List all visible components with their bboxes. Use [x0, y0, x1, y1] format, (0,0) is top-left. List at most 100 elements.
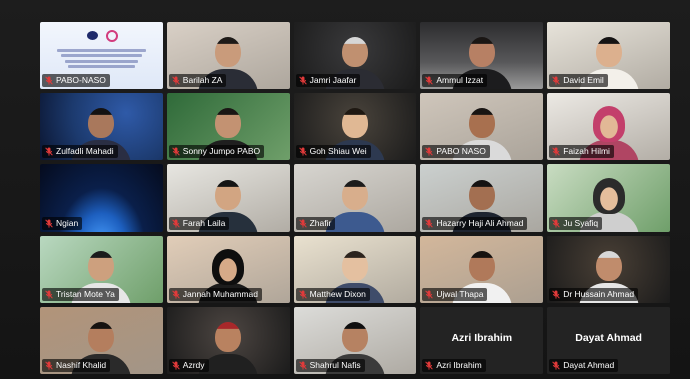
muted-microphone-icon	[298, 76, 307, 85]
participant-face	[595, 37, 622, 68]
participant-tile[interactable]: Jannah Muhammad	[166, 235, 290, 303]
muted-microphone-icon	[172, 290, 180, 299]
participant-name-label: PABO NASO	[436, 146, 486, 157]
participant-tile[interactable]: Azrdy	[166, 306, 290, 374]
participant-name-tag: Ju Syafiq	[549, 216, 603, 230]
muted-microphone-icon	[298, 290, 307, 299]
participant-name-tag: Goh Shiau Wei	[295, 145, 371, 159]
participant-tile[interactable]: Dayat Ahmad Dayat Ahmad	[547, 306, 670, 374]
participant-name-label: PABO-NASO	[56, 75, 106, 86]
participant-name-label: Azri Ibrahim	[436, 359, 482, 370]
participant-face	[88, 108, 115, 139]
participant-tile[interactable]: Zulfadli Mahadi	[40, 93, 163, 161]
participant-tile[interactable]: Matthew Dixon	[293, 235, 417, 303]
participant-name-label: Goh Shiau Wei	[309, 146, 367, 157]
participant-name-tag: Nashif Khalid	[42, 358, 111, 372]
participant-name-tag: Farah Laila	[168, 216, 230, 230]
participant-tile[interactable]: Ujwal Thapa	[420, 235, 544, 303]
participant-name-label: Ammul Izzat	[436, 75, 484, 86]
muted-microphone-icon	[298, 361, 307, 370]
participant-tile[interactable]: Barilah ZA	[166, 22, 290, 90]
participant-face	[468, 108, 495, 139]
muted-microphone-icon	[172, 76, 180, 85]
participant-name-tag: Dayat Ahmad	[549, 358, 619, 372]
participant-name-tag: Barilah ZA	[168, 74, 227, 88]
participant-name-label: Matthew Dixon	[309, 288, 366, 299]
participant-face	[468, 37, 495, 68]
participant-face	[595, 250, 622, 281]
participant-name-tag: Jannah Muhammad	[168, 287, 262, 301]
participant-tile[interactable]: PABO NASO	[420, 93, 544, 161]
participant-name-label: Faizah Hilmi	[563, 146, 610, 157]
muted-microphone-icon	[552, 147, 560, 156]
participant-name-label: Nashif Khalid	[56, 359, 107, 370]
muted-microphone-icon	[425, 147, 434, 156]
muted-microphone-icon	[45, 147, 53, 156]
participant-tile[interactable]: Ju Syafiq	[547, 164, 670, 232]
participant-face	[341, 37, 368, 68]
participant-face	[215, 321, 242, 352]
participant-name-tag: Sonny Jumpo PABO	[168, 145, 265, 159]
participant-name-tag: Hazarry Haji Ali Ahmad	[422, 216, 528, 230]
participant-tile[interactable]: Azri Ibrahim Azri Ibrahim	[420, 306, 544, 374]
participant-face	[88, 321, 115, 352]
participant-face	[341, 250, 368, 281]
participant-display-name: Dayat Ahmad	[575, 332, 642, 345]
participant-face	[215, 108, 242, 139]
participant-tile[interactable]: Goh Shiau Wei	[293, 93, 417, 161]
participant-display-name: Azri Ibrahim	[451, 332, 513, 345]
participant-face	[592, 177, 625, 214]
muted-microphone-icon	[552, 361, 560, 370]
participant-name-label: Zhafir	[309, 217, 332, 228]
participant-name-label: Dr Hussain Ahmad	[563, 288, 635, 299]
participant-name-label: Azrdy	[182, 359, 205, 370]
participant-name-tag: Azri Ibrahim	[422, 358, 486, 372]
participant-name-tag: Matthew Dixon	[295, 287, 370, 301]
participant-name-label: Tristan Mote Ya	[56, 288, 115, 299]
muted-microphone-icon	[552, 219, 560, 228]
participant-face	[215, 179, 242, 210]
slide-text-line	[64, 59, 139, 63]
participant-tile[interactable]: Tristan Mote Ya	[40, 235, 163, 303]
participant-tile[interactable]: Dr Hussain Ahmad	[547, 235, 670, 303]
participant-name-tag: Ammul Izzat	[422, 74, 488, 88]
participant-video-grid: PABO-NASO Barilah ZA Jamri Jaafar Ammul Izz…	[40, 22, 670, 374]
zoom-gallery-window: PABO-NASO Barilah ZA Jamri Jaafar Ammul Izz…	[0, 0, 690, 379]
participant-name-tag: PABO-NASO	[42, 74, 110, 88]
participant-face	[88, 250, 115, 281]
slide-text-line	[57, 48, 146, 52]
participant-tile[interactable]: Faizah Hilmi	[547, 93, 670, 161]
participant-name-label: Jamri Jaafar	[309, 75, 357, 86]
participant-tile[interactable]: PABO-NASO	[40, 22, 163, 90]
participant-tile[interactable]: Ngian	[40, 164, 163, 232]
participant-tile[interactable]: Ammul Izzat	[420, 22, 544, 90]
participant-tile[interactable]: Zhafir	[293, 164, 417, 232]
muted-microphone-icon	[425, 76, 434, 85]
participant-name-label: Shahrul Nafis	[309, 359, 361, 370]
muted-microphone-icon	[425, 290, 434, 299]
participant-tile[interactable]: David Emil	[547, 22, 670, 90]
participant-tile[interactable]: Sonny Jumpo PABO	[166, 93, 290, 161]
participant-tile[interactable]: Farah Laila	[166, 164, 290, 232]
muted-microphone-icon	[552, 76, 560, 85]
participant-face	[215, 37, 242, 68]
muted-microphone-icon	[172, 219, 180, 228]
muted-microphone-icon	[172, 147, 180, 156]
muted-microphone-icon	[45, 361, 53, 370]
participant-tile[interactable]: Jamri Jaafar	[293, 22, 417, 90]
muted-microphone-icon	[298, 219, 307, 228]
participant-name-label: Ujwal Thapa	[436, 288, 484, 299]
participant-name-label: Ngian	[56, 217, 79, 228]
muted-microphone-icon	[45, 219, 53, 228]
participant-name-tag: PABO NASO	[422, 145, 490, 159]
slide-text-line	[68, 65, 135, 68]
participant-face	[592, 106, 625, 143]
participant-tile[interactable]: Hazarry Haji Ali Ahmad	[420, 164, 544, 232]
participant-tile[interactable]: Shahrul Nafis	[293, 306, 417, 374]
muted-microphone-icon	[552, 290, 560, 299]
participant-name-label: Farah Laila	[182, 217, 226, 228]
participant-name-label: Barilah ZA	[182, 75, 223, 86]
slide-text-line	[60, 54, 142, 58]
participant-name-tag: Zulfadli Mahadi	[42, 145, 118, 159]
participant-tile[interactable]: Nashif Khalid	[40, 306, 163, 374]
